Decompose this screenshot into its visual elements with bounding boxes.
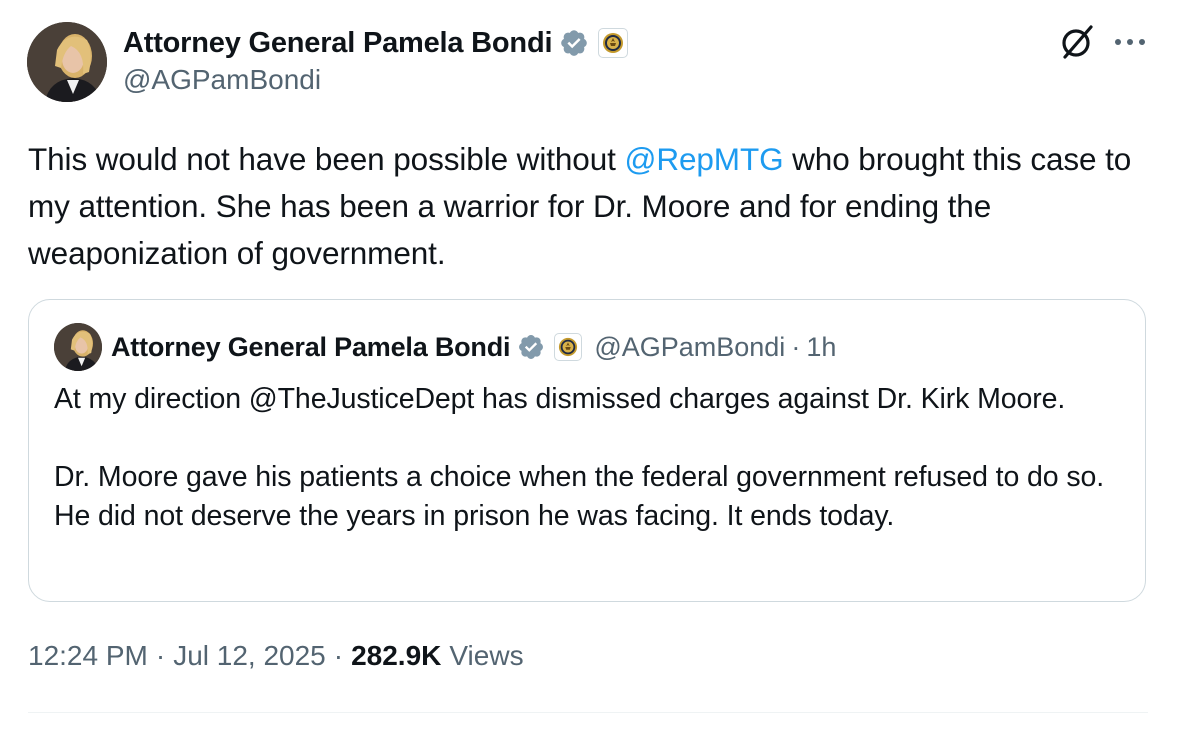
views-label: Views — [449, 640, 524, 671]
quoted-paragraph-1: At my direction @TheJusticeDept has dism… — [54, 383, 1066, 415]
quoted-text: At my direction @TheJusticeDept has dism… — [54, 380, 1124, 536]
doj-seal-icon — [603, 33, 624, 53]
doj-seal-badge[interactable] — [598, 28, 629, 58]
quoted-timestamp[interactable]: 1h — [806, 332, 836, 363]
grok-icon[interactable] — [1057, 22, 1097, 62]
quoted-verified-badge-icon — [519, 335, 544, 359]
post-date[interactable]: Jul 12, 2025 — [173, 640, 326, 672]
quoted-author-avatar[interactable] — [54, 323, 102, 371]
quoted-tweet-card[interactable]: Attorney General Pamela Bondi @AGPamBond… — [28, 299, 1146, 602]
quoted-doj-seal-badge — [554, 333, 583, 361]
quoted-doj-seal-icon — [559, 337, 578, 357]
author-handle[interactable]: @AGPamBondi — [123, 64, 321, 96]
tweet-detail: Attorney General Pamela Bondi @AGPamBond… — [0, 0, 1200, 729]
post-time[interactable]: 12:24 PM — [28, 640, 148, 672]
tweet-meta: 12:24 PM · Jul 12, 2025 · 282.9K Views — [28, 640, 524, 672]
mention-link[interactable]: @RepMTG — [624, 141, 783, 177]
author-avatar[interactable] — [27, 22, 107, 102]
tweet-text: This would not have been possible withou… — [28, 136, 1158, 277]
quoted-handle[interactable]: @AGPamBondi — [594, 332, 785, 363]
more-icon[interactable] — [1112, 30, 1148, 54]
meta-separator: · — [155, 640, 166, 671]
author-display-name[interactable]: Attorney General Pamela Bondi — [123, 27, 553, 60]
tweet-text-before: This would not have been possible withou… — [28, 141, 625, 177]
author-name-row: Attorney General Pamela Bondi — [123, 24, 629, 62]
divider — [28, 712, 1148, 713]
views-count[interactable]: 282.9K — [351, 640, 441, 672]
meta-separator-2: · — [333, 640, 344, 671]
verified-badge-icon[interactable] — [559, 28, 589, 58]
quoted-separator: · — [791, 331, 801, 362]
quoted-header: Attorney General Pamela Bondi @AGPamBond… — [111, 329, 836, 365]
quoted-paragraph-2: Dr. Moore gave his patients a choice whe… — [54, 461, 1105, 532]
quoted-display-name[interactable]: Attorney General Pamela Bondi — [111, 332, 511, 363]
